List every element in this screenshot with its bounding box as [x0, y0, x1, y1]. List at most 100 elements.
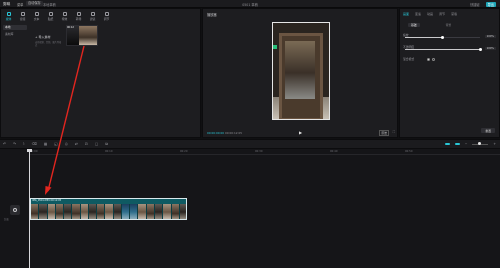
blend-option-1[interactable]	[427, 58, 430, 61]
video-preview[interactable]	[272, 22, 330, 120]
timeline-view-controls: − +	[444, 142, 496, 146]
mirror-icon[interactable]: ⇄	[75, 142, 78, 146]
menu-button[interactable]: 菜单	[17, 2, 23, 7]
opacity-slider-knob[interactable]	[478, 47, 482, 51]
player-timecode: 00:00:00:00 00:00:12:05	[207, 131, 242, 135]
adjust-icon	[104, 12, 109, 16]
blend-row: 混合模式	[403, 57, 498, 63]
fullscreen-icon[interactable]: ⛶	[393, 130, 395, 134]
timeline-tools: ↶ ↷ ⌇ ⌫ ▦ ◱ ◎ ⇄ ⊡ ▢ ⧉	[3, 142, 108, 146]
clip-frame	[64, 204, 73, 219]
title-bar: 剪映 菜单 自动保存 本地草稿 0501 草稿 快捷键 导出	[0, 0, 500, 8]
ratio-button[interactable]: 原始	[379, 130, 389, 136]
tool-audio[interactable]: 音频	[17, 11, 28, 21]
sticker-icon	[48, 12, 53, 16]
subtab-basic[interactable]: 基础	[408, 23, 420, 27]
timeline-ruler[interactable]: 00:00 00:10 00:20 00:30 00:40 00:50	[30, 149, 500, 155]
tool-filter[interactable]: 滤镜	[87, 11, 98, 21]
inspector-tabs: 画面 变速 动画 调节 蒙版	[403, 12, 457, 16]
clip-frame	[163, 204, 172, 219]
clip-frame	[138, 204, 147, 219]
opacity-slider[interactable]	[405, 47, 482, 51]
player-panel: 播放器 00:00:00:00 00:00:12:05 ▶ 原始 ⛶	[202, 8, 398, 138]
tab-mask[interactable]: 蒙版	[451, 12, 457, 16]
delete-icon[interactable]: ⌫	[32, 142, 37, 146]
sidebar-item-local[interactable]: 本地	[3, 25, 27, 30]
tool-media[interactable]: 媒体	[3, 11, 14, 21]
crop-icon[interactable]: ◱	[54, 142, 57, 146]
cover-label: 封面	[4, 218, 9, 221]
zoom-slider[interactable]	[472, 142, 489, 145]
redo-icon[interactable]: ↷	[13, 142, 16, 146]
app-logo: 剪映	[3, 1, 11, 6]
shortcut-button[interactable]: 快捷键	[470, 2, 480, 7]
cover-button[interactable]	[10, 205, 20, 215]
opacity-row: 不透明度 100%	[403, 45, 498, 51]
import-area[interactable]: + 导入素材 支持视频、音频、图片等格式	[35, 35, 63, 53]
autosave-chip: 自动保存	[26, 1, 43, 7]
tool-effects[interactable]: 特效	[59, 11, 70, 21]
reset-button[interactable]: 重置	[481, 128, 495, 133]
opacity-slider-fill	[405, 49, 480, 50]
snap-toggle[interactable]	[444, 143, 450, 145]
rotate-icon[interactable]: ⊡	[85, 142, 88, 146]
subtab-background[interactable]: 背景	[446, 23, 452, 27]
tab-animation[interactable]: 动画	[427, 12, 433, 16]
tab-adjust[interactable]: 调节	[439, 12, 445, 16]
tool-transition[interactable]: 转场	[73, 11, 84, 21]
clip-frame	[88, 204, 98, 219]
clip-frame	[179, 204, 186, 219]
video-clip[interactable]: IMG_0501.MP4 00:12:05	[30, 198, 187, 220]
ruler-tick: 00:30	[255, 150, 263, 153]
scale-value[interactable]: 100%	[484, 35, 496, 38]
clip-frame	[55, 204, 65, 219]
ruler-tick: 00:10	[105, 150, 113, 153]
scale-slider-knob[interactable]	[441, 35, 444, 39]
player-title: 播放器	[207, 13, 217, 17]
clip-frame	[47, 204, 56, 219]
blend-options[interactable]	[427, 58, 435, 61]
copy-icon[interactable]: ⧉	[105, 142, 108, 146]
zoom-knob[interactable]	[478, 142, 482, 145]
total-time: 00:00:12:05	[224, 131, 243, 135]
audio-icon	[20, 12, 25, 16]
clip-frame	[171, 204, 180, 219]
split-icon[interactable]: ⌇	[23, 142, 25, 146]
export-button[interactable]: 导出	[485, 1, 496, 7]
tool-text[interactable]: 文本	[31, 11, 42, 21]
tool-adjust[interactable]: 调节	[101, 11, 112, 21]
tab-picture[interactable]: 画面	[403, 12, 409, 16]
frame-icon[interactable]: ▢	[95, 142, 98, 146]
zoom-out-icon[interactable]: −	[465, 142, 468, 146]
thumbnail-duration: 00:12	[67, 26, 74, 29]
undo-icon[interactable]: ↶	[3, 142, 6, 146]
clip-frame	[80, 204, 89, 219]
zoom-in-icon[interactable]: +	[493, 142, 496, 146]
media-toolbar: 媒体 音频 文本 贴纸 特效 转场 滤镜 调节	[3, 11, 112, 21]
blend-label: 混合模式	[403, 57, 415, 61]
text-icon	[34, 12, 39, 16]
clip-frame	[146, 204, 155, 219]
inspector-subtabs: 基础 背景	[408, 23, 451, 27]
clip-frame	[105, 204, 114, 219]
play-icon[interactable]: ▶	[299, 130, 302, 135]
import-button[interactable]: + 导入素材	[35, 35, 63, 39]
clip-frame	[113, 204, 122, 219]
media-panel: 媒体 音频 文本 贴纸 特效 转场 滤镜 调节 本地 素材库 + 导入素材 支持…	[0, 8, 201, 138]
scale-slider[interactable]	[405, 35, 480, 39]
clip-frame	[97, 204, 106, 219]
scale-row: 缩放 100%	[403, 33, 498, 39]
link-toggle[interactable]	[454, 143, 460, 145]
tool-sticker[interactable]: 贴纸	[45, 11, 56, 21]
clip-filmstrip	[31, 204, 186, 219]
record-icon[interactable]: ◎	[65, 142, 68, 146]
transition-icon	[76, 12, 81, 16]
titlebar-actions: 快捷键 导出	[470, 1, 496, 7]
freeze-icon[interactable]: ▦	[44, 142, 47, 146]
filter-icon	[90, 12, 95, 16]
tab-speed[interactable]: 变速	[415, 12, 421, 16]
sidebar-item-library[interactable]: 素材库	[3, 32, 27, 37]
blend-option-2[interactable]	[432, 58, 435, 61]
ruler-tick: 00:40	[330, 150, 338, 153]
opacity-value[interactable]: 100%	[484, 47, 496, 50]
